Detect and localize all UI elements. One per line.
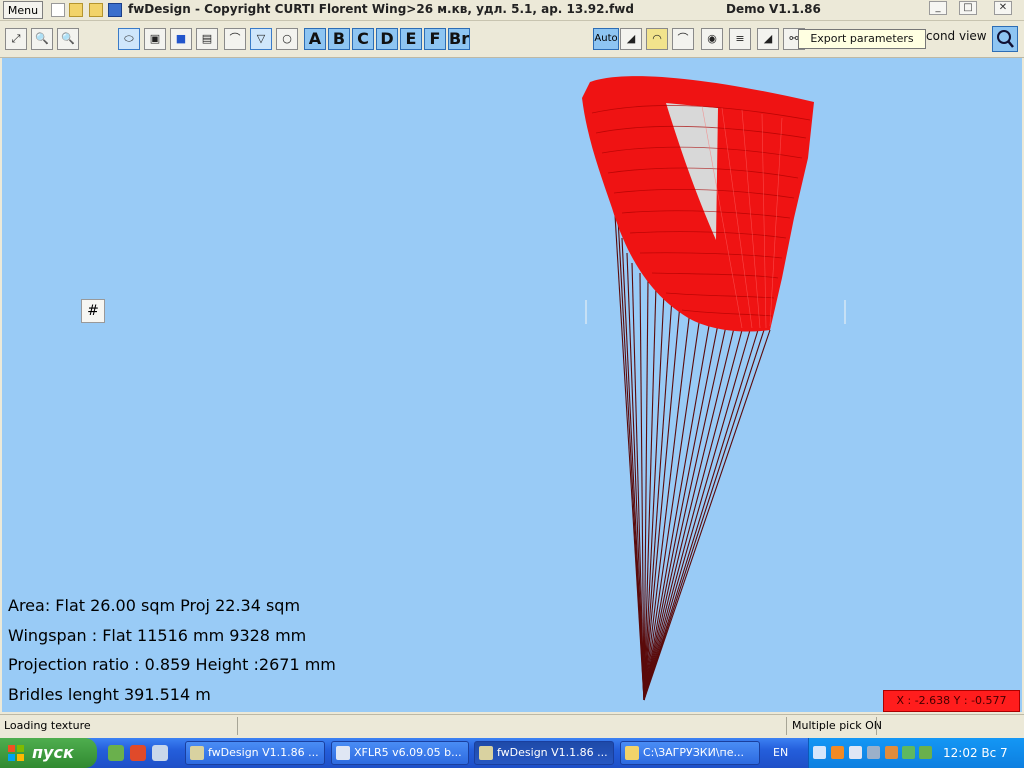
start-button[interactable]: пуск (0, 738, 97, 768)
app-quicklaunch-icon[interactable] (130, 745, 146, 761)
multi-pick-status: Multiple pick ON (792, 719, 883, 732)
view-ellipse-icon[interactable]: ⬭ (118, 28, 140, 50)
fwdesign-icon (190, 746, 204, 760)
search-icon[interactable] (992, 26, 1018, 52)
fwdesign-icon (479, 746, 493, 760)
minimize-button[interactable]: _ (929, 1, 947, 15)
taskbar: пуск fwDesign V1.1.86 ... XFLR5 v6.09.05… (0, 738, 1024, 768)
keyboard-icon[interactable] (813, 746, 826, 759)
profile-e-button[interactable]: E (400, 28, 422, 50)
bridles-info: Bridles lenght 391.514 m (8, 685, 211, 704)
windows-flag-icon (8, 745, 24, 761)
profile-b-button[interactable]: B (328, 28, 350, 50)
status-divider (876, 717, 877, 735)
view-arc-icon[interactable]: ⌒ (224, 28, 246, 50)
task-fwdesign-1[interactable]: fwDesign V1.1.86 ... (185, 741, 325, 765)
eye-icon[interactable]: ◉ (701, 28, 723, 50)
maximize-button[interactable]: □ (959, 1, 977, 15)
save-icon[interactable] (108, 3, 122, 17)
view-shape-icon[interactable]: ▽ (250, 28, 272, 50)
coordinate-readout: X : -2.638 Y : -0.577 (883, 690, 1020, 712)
profile-f-button[interactable]: F (424, 28, 446, 50)
recent-file-icon[interactable] (89, 3, 103, 17)
wing-render-icon[interactable]: ◢ (620, 28, 642, 50)
user-icon[interactable] (885, 746, 898, 759)
xflr5-icon (336, 746, 350, 760)
task-folder[interactable]: C:\ЗАГРУЗКИ\пе... (620, 741, 760, 765)
view-solid-icon[interactable]: ■ (170, 28, 192, 50)
utorrent-tray-icon[interactable] (919, 746, 932, 759)
area-info: Area: Flat 26.00 sqm Proj 22.34 sqm (8, 596, 301, 615)
window-title: fwDesign - Copyright CURTI Florent Wing>… (128, 2, 634, 16)
grid-icon[interactable]: # (81, 299, 105, 323)
wing-arc-icon[interactable]: ⌒ (672, 28, 694, 50)
view-oval-icon[interactable]: ○ (276, 28, 298, 50)
task-fwdesign-2[interactable]: fwDesign V1.1.86 ... (474, 741, 614, 765)
open-folder-icon[interactable] (69, 3, 83, 17)
3d-viewport[interactable]: # Area: Flat 26.00 sqm Proj 22.34 sqm Wi… (2, 58, 1022, 712)
second-view-label[interactable]: cond view (926, 29, 987, 43)
auto-button[interactable]: Auto (593, 28, 619, 50)
status-message: Loading texture (4, 719, 91, 732)
task-xflr5[interactable]: XFLR5 v6.09.05 b... (331, 741, 469, 765)
folder-icon (625, 746, 639, 760)
title-bar: Menu fwDesign - Copyright CURTI Florent … (0, 0, 1024, 21)
profile-c-button[interactable]: C (352, 28, 374, 50)
system-tray: 12:02 Вс 7 (808, 738, 1024, 768)
view-layers-icon[interactable]: ▤ (196, 28, 218, 50)
network-icon[interactable] (849, 746, 862, 759)
fit-view-icon[interactable]: ⤢ (5, 28, 27, 50)
export-tooltip: Export parameters (798, 29, 926, 49)
profile-a-button[interactable]: A (304, 28, 326, 50)
view-box-icon[interactable]: ▣ (144, 28, 166, 50)
safely-remove-icon[interactable] (867, 746, 880, 759)
language-indicator[interactable]: EN (773, 746, 788, 759)
new-file-icon[interactable] (51, 3, 65, 17)
status-bar: Loading texture Multiple pick ON (0, 714, 1024, 737)
zoom-in-icon[interactable]: 🔍 (57, 28, 79, 50)
canopy (582, 76, 814, 332)
wing-3d-icon[interactable]: ◢ (757, 28, 779, 50)
media-icon[interactable] (831, 746, 844, 759)
profile-d-button[interactable]: D (376, 28, 398, 50)
projection-info: Projection ratio : 0.859 Height :2671 mm (8, 655, 336, 674)
menu-button[interactable]: Menu (3, 1, 43, 19)
wingspan-info: Wingspan : Flat 11516 mm 9328 mm (8, 626, 307, 645)
close-button[interactable]: ✕ (994, 1, 1012, 15)
status-divider (237, 717, 238, 735)
wing-lines-icon[interactable]: ≡ (729, 28, 751, 50)
media-quicklaunch-icon[interactable] (152, 745, 168, 761)
clock: 12:02 Вс 7 (943, 746, 1008, 760)
status-divider (786, 717, 787, 735)
antivirus-icon[interactable] (902, 746, 915, 759)
profile-br-button[interactable]: Br (448, 28, 470, 50)
version-label: Demo V1.1.86 (726, 2, 821, 16)
utorrent-icon[interactable] (108, 745, 124, 761)
start-label: пуск (32, 743, 74, 762)
zoom-out-icon[interactable]: 🔍 (31, 28, 53, 50)
wing-top-icon[interactable]: ◠ (646, 28, 668, 50)
